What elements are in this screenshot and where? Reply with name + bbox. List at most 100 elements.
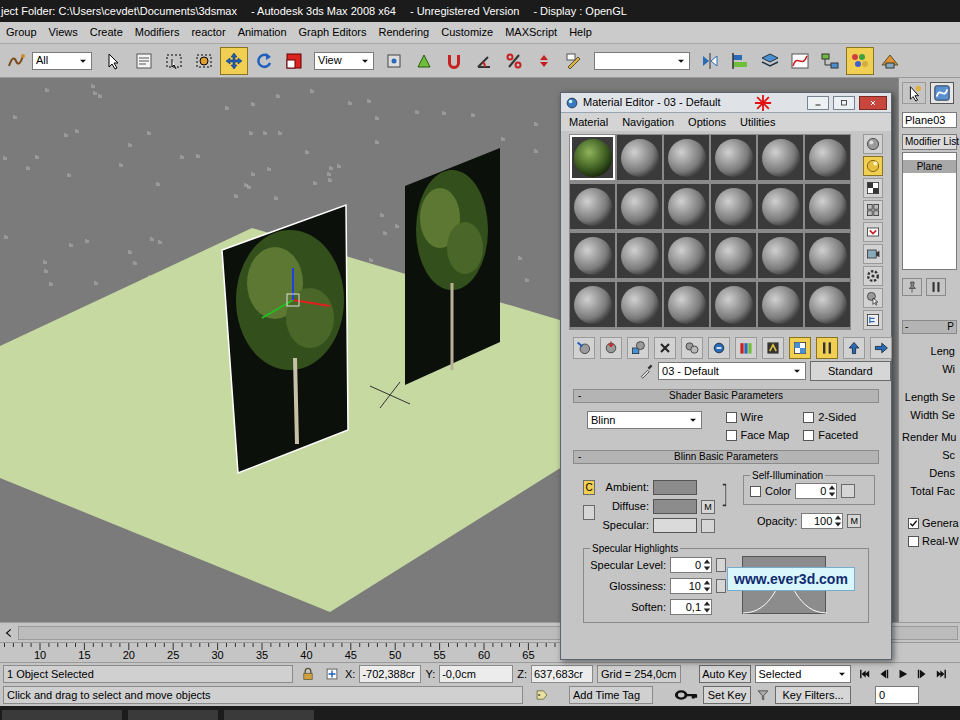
named-sel-button[interactable]: [560, 47, 588, 75]
menu-item[interactable]: Customize: [435, 24, 499, 41]
coord-field[interactable]: -702,388cr: [359, 665, 421, 683]
material-name-field[interactable]: 03 - Default: [658, 362, 806, 380]
move-button[interactable]: [220, 47, 248, 75]
sample-slot[interactable]: [664, 135, 709, 180]
checkbox[interactable]: [908, 518, 919, 529]
schematic-button[interactable]: [816, 47, 844, 75]
create-tab[interactable]: [902, 82, 926, 104]
color-lock-button[interactable]: C: [583, 480, 595, 495]
menu-item[interactable]: Material: [569, 114, 608, 131]
close-button[interactable]: [859, 96, 887, 110]
sample-slot[interactable]: [758, 184, 803, 229]
sample-slot[interactable]: [711, 282, 756, 327]
color-lock-button[interactable]: [583, 505, 595, 520]
checkbox[interactable]: [908, 536, 919, 547]
current-frame-field[interactable]: 0: [875, 686, 919, 704]
checker-button[interactable]: [863, 178, 883, 198]
menu-item[interactable]: reactor: [185, 24, 231, 41]
select-name-button[interactable]: [130, 47, 158, 75]
menu-item[interactable]: Utilities: [740, 114, 775, 131]
video-button[interactable]: [863, 222, 883, 242]
stack-item[interactable]: Plane: [903, 160, 956, 173]
sample-slot[interactable]: [570, 184, 615, 229]
set-key-icon-button[interactable]: [673, 686, 699, 704]
auto-key-button[interactable]: Auto Key: [699, 665, 751, 683]
color-swatch[interactable]: [653, 518, 697, 533]
sample-slot[interactable]: [805, 184, 850, 229]
assign-button[interactable]: [627, 337, 649, 359]
options-button[interactable]: [863, 266, 883, 286]
reference-coord-dropdown[interactable]: View: [314, 52, 374, 70]
rollout-toggle[interactable]: -: [578, 451, 590, 463]
sample-slot[interactable]: [570, 135, 615, 180]
material-button[interactable]: [846, 47, 874, 75]
map-button[interactable]: [716, 558, 726, 572]
spinner-field[interactable]: 0: [795, 483, 837, 499]
sample-slot[interactable]: [664, 233, 709, 278]
play-button[interactable]: [895, 665, 911, 683]
menu-item[interactable]: MAXScript: [499, 24, 563, 41]
go-end-button[interactable]: [933, 665, 949, 683]
spinner-field[interactable]: 0: [670, 557, 712, 573]
manipulate-button[interactable]: [410, 47, 438, 75]
checkbox[interactable]: [750, 486, 761, 497]
crossing-button[interactable]: [190, 47, 218, 75]
sample-slot[interactable]: [758, 233, 803, 278]
option-label[interactable]: 2-Sided: [818, 411, 856, 423]
pivot-button[interactable]: [380, 47, 408, 75]
transform-typein-button[interactable]: [323, 665, 341, 683]
color-swatch[interactable]: [653, 499, 697, 514]
shader-dropdown[interactable]: Blinn: [587, 411, 702, 429]
map-button[interactable]: M: [847, 514, 861, 528]
taskbar-item[interactable]: [224, 710, 314, 720]
map-button[interactable]: M: [701, 500, 715, 514]
sphere-button[interactable]: [863, 134, 883, 154]
menu-item[interactable]: Options: [688, 114, 726, 131]
sibling-button[interactable]: [870, 337, 892, 359]
map-button[interactable]: [701, 519, 715, 533]
checkbox[interactable]: [803, 412, 814, 423]
angle-snap-button[interactable]: [470, 47, 498, 75]
material-type-button[interactable]: Standard: [810, 361, 891, 381]
selection-lock-button[interactable]: [299, 665, 317, 683]
object-name-field[interactable]: Plane03: [902, 112, 957, 128]
pick-material-button[interactable]: [637, 362, 654, 380]
menu-item[interactable]: Create: [84, 24, 129, 41]
sample-slot[interactable]: [711, 184, 756, 229]
sample-slot[interactable]: [758, 135, 803, 180]
key-filters-button[interactable]: Key Filters...: [775, 686, 851, 704]
sample-slot[interactable]: [711, 233, 756, 278]
key-mode-dropdown[interactable]: Selected: [755, 665, 851, 683]
sample-slot[interactable]: [617, 135, 662, 180]
show-end-button[interactable]: [816, 337, 838, 359]
backlight-button[interactable]: [863, 156, 883, 176]
select-by-mat-button[interactable]: [863, 288, 883, 308]
region-button[interactable]: [160, 47, 188, 75]
previous-frame-arrow[interactable]: [2, 625, 16, 641]
layers-button[interactable]: [756, 47, 784, 75]
sample-slot[interactable]: [617, 233, 662, 278]
go-start-button[interactable]: [857, 665, 873, 683]
coord-field[interactable]: -0,0cm: [439, 665, 513, 683]
mirror-button[interactable]: [696, 47, 724, 75]
show-end-result-button[interactable]: [926, 278, 946, 296]
curve-button[interactable]: [786, 47, 814, 75]
sample-slot[interactable]: [805, 233, 850, 278]
parent-button[interactable]: [843, 337, 865, 359]
align-button[interactable]: [726, 47, 754, 75]
color-swatch[interactable]: [653, 480, 697, 495]
sample-slot[interactable]: [805, 282, 850, 327]
spinner-field[interactable]: 100: [801, 513, 843, 529]
sample-slot[interactable]: [570, 282, 615, 327]
render-setup-button[interactable]: [876, 47, 904, 75]
sample-slot[interactable]: [617, 282, 662, 327]
tiling-button[interactable]: [863, 200, 883, 220]
sample-slot[interactable]: [711, 135, 756, 180]
option-label[interactable]: Faceted: [818, 429, 858, 441]
scale-button[interactable]: [280, 47, 308, 75]
menu-item[interactable]: Rendering: [372, 24, 435, 41]
time-tag-icon-button[interactable]: [533, 686, 551, 704]
modify-tab[interactable]: [930, 82, 954, 104]
checkbox[interactable]: [726, 430, 737, 441]
option-label[interactable]: Face Map: [741, 429, 790, 441]
